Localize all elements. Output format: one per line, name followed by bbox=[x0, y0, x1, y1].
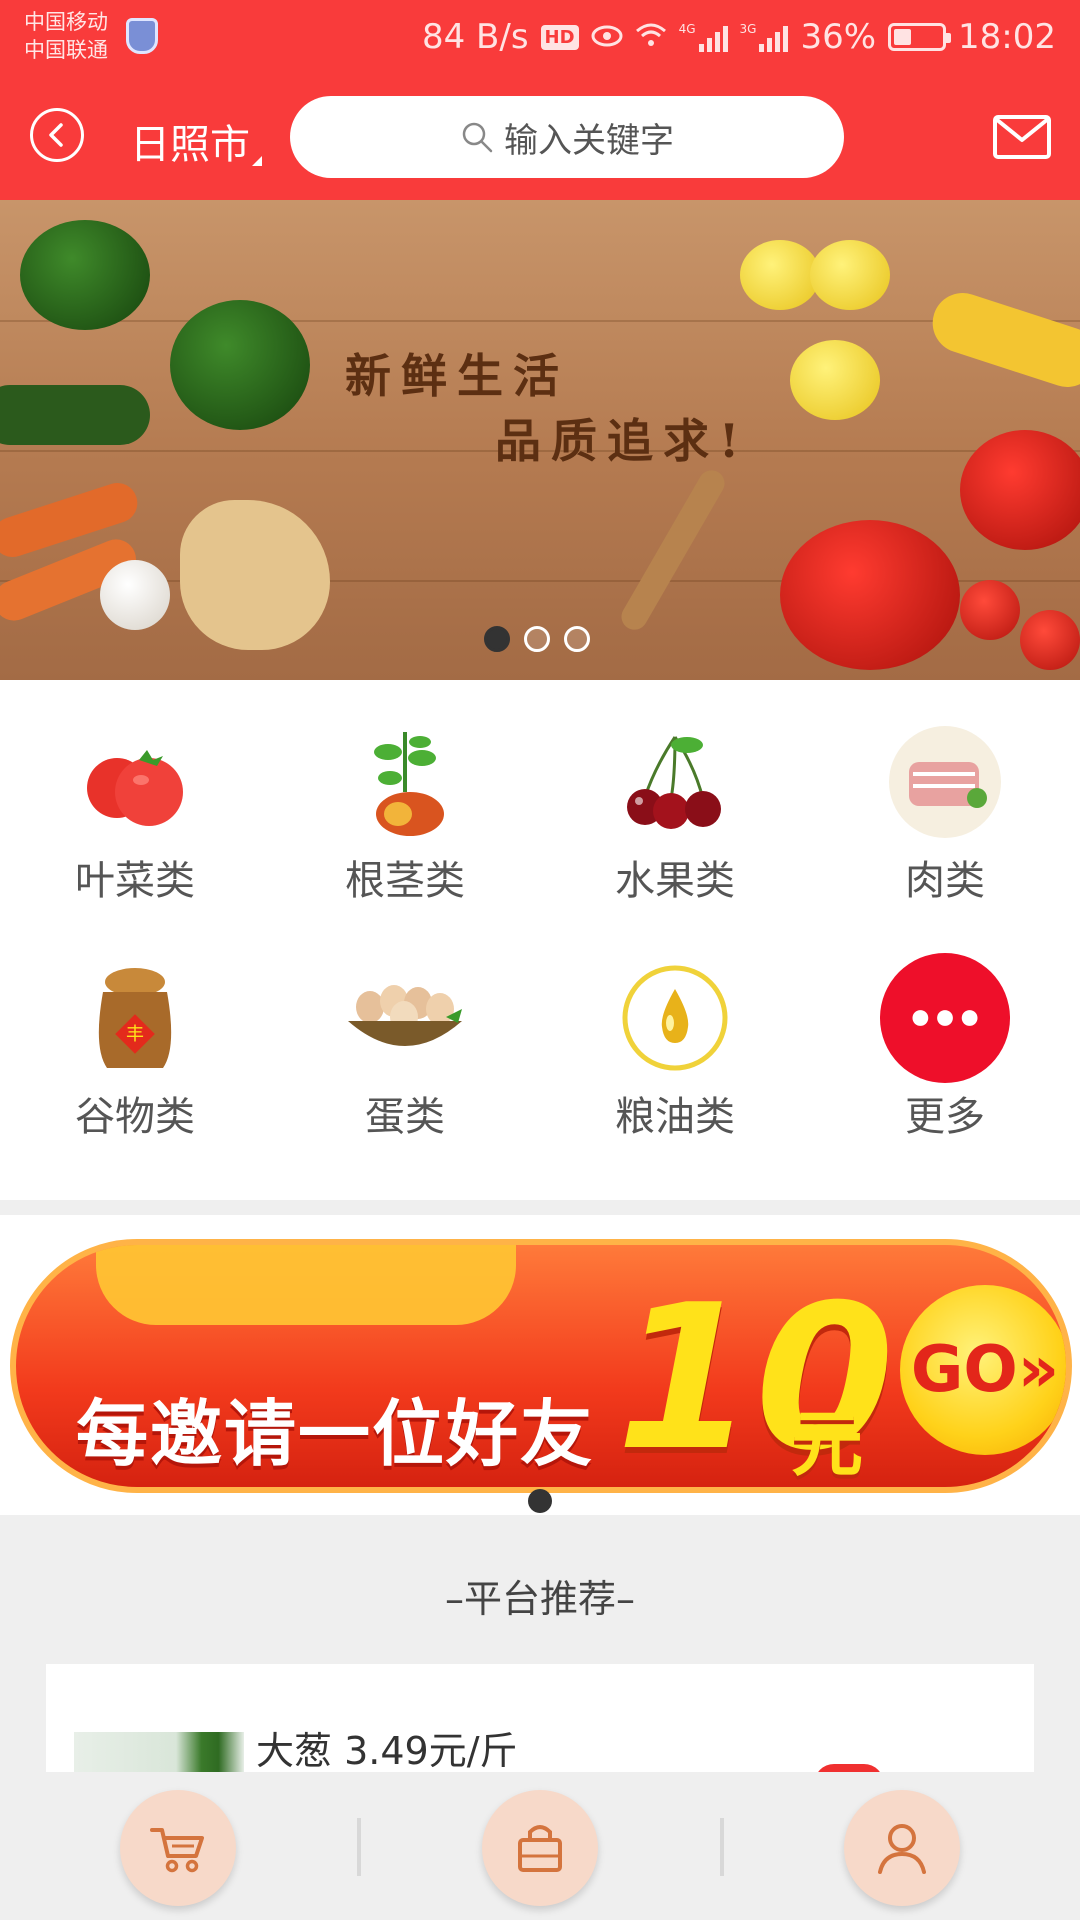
search-input[interactable]: 输入关键字 bbox=[290, 96, 844, 178]
tab-orders[interactable] bbox=[482, 1790, 598, 1906]
category-item[interactable]: 水果类 bbox=[540, 680, 810, 904]
category-label: 叶菜类 bbox=[75, 858, 195, 904]
garlic-icon bbox=[100, 560, 170, 630]
banana-icon bbox=[924, 285, 1080, 395]
category-item[interactable]: 更多 bbox=[810, 916, 1080, 1140]
carrier-2: 中国联通 bbox=[24, 38, 108, 62]
pepper-red-icon bbox=[780, 520, 960, 670]
tomato-icon bbox=[69, 722, 201, 842]
app-screen: 中国移动 中国联通 84 B/s HD 4G 3G 36% 18:02 日照市 … bbox=[0, 0, 1080, 1920]
cherry-icon bbox=[609, 722, 741, 842]
status-indicators: 84 B/s HD 4G 3G 36% 18:02 bbox=[422, 14, 1056, 60]
category-item[interactable]: 丰谷物类 bbox=[0, 916, 270, 1140]
cucumber-icon bbox=[0, 385, 150, 445]
ginger-icon bbox=[180, 500, 330, 650]
back-button[interactable] bbox=[30, 108, 84, 162]
category-item[interactable]: 叶菜类 bbox=[0, 680, 270, 904]
banner-slogan-line2: 品质追求! bbox=[495, 414, 750, 468]
category-grid: 叶菜类 根茎类 水果类 肉类丰谷物类 蛋类 粮油类 更多 bbox=[0, 680, 1080, 1200]
tab-divider bbox=[357, 1818, 361, 1876]
go-button[interactable]: GO» bbox=[900, 1285, 1066, 1455]
pepper-green-icon bbox=[20, 220, 150, 330]
ribbon-decoration bbox=[96, 1245, 516, 1325]
sweet-potato-icon bbox=[339, 722, 471, 842]
product-name: 大葱 3.49元/斤 bbox=[256, 1729, 518, 1773]
invite-pagination-dot bbox=[528, 1489, 552, 1513]
city-selector[interactable]: 日照市 bbox=[130, 112, 262, 170]
tomato-icon bbox=[960, 580, 1020, 640]
grain-sack-icon: 丰 bbox=[69, 958, 201, 1078]
carrier-1: 中国移动 bbox=[24, 10, 108, 34]
city-label: 日照市 bbox=[130, 122, 250, 168]
lemon-icon bbox=[790, 340, 880, 420]
pepper-green-icon bbox=[170, 300, 310, 430]
message-button[interactable] bbox=[992, 114, 1052, 160]
cart-icon bbox=[150, 1828, 204, 1873]
category-label: 谷物类 bbox=[75, 1094, 195, 1140]
category-label: 蛋类 bbox=[365, 1094, 445, 1140]
user-icon bbox=[878, 1824, 926, 1874]
shield-icon bbox=[126, 18, 158, 54]
more-dots-icon bbox=[879, 952, 1011, 1084]
banner-slogan-line1: 新鲜生活 bbox=[345, 349, 569, 403]
carrier-labels: 中国移动 中国联通 bbox=[24, 8, 108, 64]
tab-profile[interactable] bbox=[844, 1790, 960, 1906]
signal-3g-icon: 3G bbox=[740, 22, 789, 52]
category-label: 粮油类 bbox=[615, 1094, 735, 1140]
oil-drop-icon bbox=[609, 958, 741, 1078]
caret-down-icon bbox=[252, 156, 262, 166]
bottom-tab-bar bbox=[0, 1772, 1080, 1920]
product-thumbnail bbox=[74, 1732, 244, 1772]
nav-row: 日照市 输入关键字 bbox=[0, 92, 1080, 182]
search-icon bbox=[462, 122, 493, 153]
category-item[interactable]: 肉类 bbox=[810, 680, 1080, 904]
lemon-icon bbox=[810, 240, 890, 310]
invite-pill: 每邀请一位好友 10 元 GO» bbox=[10, 1239, 1072, 1493]
invite-text: 每邀请一位好友 bbox=[76, 1392, 595, 1476]
recommend-title: –平台推荐– bbox=[444, 1577, 635, 1621]
net-speed: 84 B/s bbox=[421, 17, 529, 57]
clock: 18:02 bbox=[958, 17, 1056, 57]
category-item[interactable]: 蛋类 bbox=[270, 916, 540, 1140]
category-item[interactable]: 根茎类 bbox=[270, 680, 540, 904]
category-item[interactable]: 粮油类 bbox=[540, 916, 810, 1140]
mail-icon bbox=[993, 115, 1051, 159]
invite-banner[interactable]: 每邀请一位好友 10 元 GO» bbox=[0, 1215, 1080, 1515]
category-label: 肉类 bbox=[905, 858, 985, 904]
lemon-icon bbox=[740, 240, 820, 310]
banner-pagination bbox=[484, 626, 590, 652]
hero-banner[interactable]: 新鲜生活 品质追求! bbox=[0, 200, 1080, 680]
battery-percent: 36% bbox=[800, 17, 877, 57]
tomato-icon bbox=[1020, 610, 1080, 670]
category-label: 更多 bbox=[905, 1094, 985, 1140]
banner-dot[interactable] bbox=[564, 626, 590, 652]
svg-text:丰: 丰 bbox=[126, 1024, 144, 1045]
status-bar: 中国移动 中国联通 84 B/s HD 4G 3G 36% 18:02 bbox=[0, 0, 1080, 76]
category-label: 水果类 bbox=[615, 858, 735, 904]
hd-icon: HD bbox=[540, 24, 579, 50]
product-card[interactable]: 大葱 3.49元/斤 bbox=[46, 1664, 1034, 1784]
meat-icon bbox=[879, 722, 1011, 842]
eye-icon bbox=[591, 17, 623, 57]
eggs-basket-icon bbox=[339, 958, 471, 1078]
category-label: 根茎类 bbox=[345, 858, 465, 904]
header: 中国移动 中国联通 84 B/s HD 4G 3G 36% 18:02 日照市 … bbox=[0, 0, 1080, 200]
tab-divider bbox=[720, 1818, 724, 1876]
signal-4g-icon: 4G bbox=[679, 22, 728, 52]
banner-dot[interactable] bbox=[524, 626, 550, 652]
search-placeholder: 输入关键字 bbox=[504, 120, 674, 161]
wifi-icon bbox=[635, 17, 667, 57]
tab-cart[interactable] bbox=[120, 1790, 236, 1906]
battery-icon bbox=[888, 23, 952, 51]
shopping-bag-icon bbox=[518, 1825, 562, 1872]
banner-dot[interactable] bbox=[484, 626, 510, 652]
spoon-icon bbox=[616, 465, 730, 635]
chevron-left-icon bbox=[49, 123, 63, 147]
invite-unit: 元 bbox=[791, 1402, 864, 1486]
pepper-red-icon bbox=[960, 430, 1080, 550]
